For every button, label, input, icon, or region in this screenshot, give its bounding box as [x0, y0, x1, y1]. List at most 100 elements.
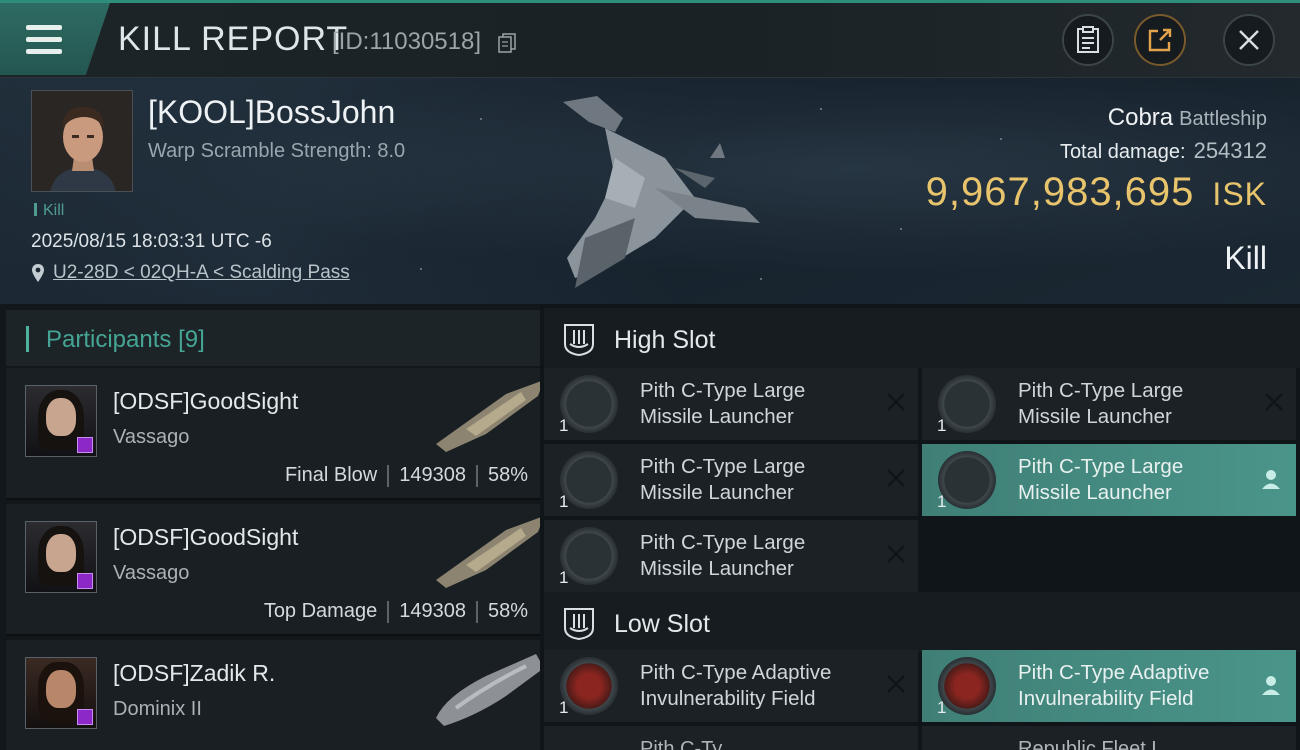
participant-avatar[interactable] — [25, 657, 97, 729]
participant-card[interactable]: [ODSF]GoodSight Vassago Top Damage 149308… — [6, 504, 544, 636]
portrait-face — [46, 398, 76, 436]
module-name: Pith C-Type Adaptive Invulnerability Fiel… — [1018, 660, 1248, 712]
module-name-line1: Pith C-Type Large — [1018, 455, 1184, 478]
participant-badge-icon — [77, 573, 93, 589]
warp-scramble-strength: Warp Scramble Strength: 8.0 — [148, 140, 406, 162]
participant-ship-image — [436, 654, 544, 726]
x-mark-icon — [1265, 393, 1283, 411]
kill-tag: Kill — [34, 202, 64, 220]
kill-result: Kill — [1224, 240, 1267, 276]
kill-timestamp: 2025/08/15 18:03:31 UTC -6 — [31, 231, 272, 252]
module-slot[interactable]: 1 Pith C-Type Large Missile Launcher — [544, 520, 918, 592]
module-quantity: 1 — [559, 416, 569, 435]
hamburger-icon — [26, 25, 62, 61]
module-name-line2: Invulnerability Field — [640, 687, 816, 710]
module-quantity: 1 — [937, 492, 947, 511]
module-quantity: 1 — [937, 416, 947, 435]
share-button[interactable] — [1134, 14, 1186, 66]
isk-unit: ISK — [1212, 176, 1267, 212]
module-name-line2: Missile Launcher — [640, 481, 794, 504]
x-mark-icon — [887, 545, 905, 563]
participant-damage: 149308 — [399, 464, 466, 486]
clipboard-icon — [1077, 26, 1099, 53]
module-slot[interactable]: 1 Pith C-Type Large Missile Launcher — [922, 368, 1296, 440]
module-name-line2: Missile Launcher — [1018, 405, 1172, 428]
copy-icon[interactable] — [498, 33, 516, 53]
module-name-line1: Pith C-Type Large — [640, 379, 806, 402]
module-slot[interactable]: 1 Pith C-Type Large Missile Launcher — [544, 444, 918, 516]
victim-portrait-image — [32, 91, 132, 191]
victim-name: [KOOL]BossJohn — [148, 94, 396, 130]
victim-ship-type: Cobra Battleship — [1108, 104, 1267, 132]
menu-button[interactable] — [0, 3, 110, 75]
module-slot[interactable]: 1 Pith C-Type Adaptive Invulnerability Fi… — [544, 650, 918, 722]
participant-avatar[interactable] — [25, 385, 97, 457]
module-name: Pith C-Type Large Missile Launcher — [1018, 378, 1248, 430]
kill-location[interactable]: U2-28D < 02QH-A < Scalding Pass — [31, 262, 350, 284]
high-slot-header: High Slot — [544, 308, 1300, 368]
module-quantity: 1 — [559, 698, 569, 717]
module-name: Pith C-Type Adaptive Invulnerability Fiel… — [640, 660, 870, 712]
participant-ship-image — [436, 516, 544, 588]
module-name-line2: Missile Launcher — [640, 557, 794, 580]
high-slot-icon — [564, 324, 594, 356]
portrait-face — [46, 534, 76, 572]
module-slot[interactable]: 1 Pith C-Type Large Missile Launcher — [544, 368, 918, 440]
stat-separator — [387, 600, 390, 623]
close-button[interactable] — [1223, 14, 1275, 66]
participants-accent-bar — [26, 326, 29, 352]
victim-avatar[interactable] — [31, 90, 133, 192]
participant-avatar[interactable] — [25, 521, 97, 593]
participant-badge-icon — [77, 437, 93, 453]
invulnerability-field-icon — [938, 657, 996, 715]
total-damage: Total damage: 254312 — [1060, 138, 1267, 164]
module-name: Pith C-Type Large Missile Launcher — [640, 378, 870, 430]
module-name: Pith C-Type Large Missile Launcher — [640, 454, 870, 506]
pilot-icon — [1262, 676, 1280, 695]
invulnerability-field-icon — [560, 657, 618, 715]
module-slot-partial[interactable]: Pith C-Ty — [544, 726, 918, 750]
module-slot-dropped[interactable]: 1 Pith C-Type Adaptive Invulnerability Fi… — [922, 650, 1296, 722]
location-pin-icon — [32, 264, 44, 282]
high-slot-label: High Slot — [614, 326, 716, 354]
module-name-line2: Missile Launcher — [1018, 481, 1172, 504]
participant-card[interactable]: [ODSF]GoodSight Vassago Final Blow 149308… — [6, 368, 544, 500]
participant-ship: Vassago — [113, 562, 190, 584]
share-icon — [1148, 28, 1172, 52]
stat-separator — [475, 464, 478, 487]
low-slot-header: Low Slot — [544, 592, 1300, 652]
module-quantity: 1 — [559, 492, 569, 511]
participants-title: Participants [9] — [46, 326, 205, 354]
total-damage-label: Total damage: — [1059, 141, 1186, 163]
x-mark-icon — [887, 393, 905, 411]
missile-launcher-icon — [938, 375, 996, 433]
ship-name: Cobra — [1107, 104, 1174, 131]
module-slot-partial[interactable]: Republic Fleet L — [922, 726, 1296, 750]
participant-stats: Top Damage 149308 58% — [264, 600, 528, 623]
module-slot-dropped[interactable]: 1 Pith C-Type Large Missile Launcher — [922, 444, 1296, 516]
participant-name: [ODSF]GoodSight — [113, 388, 299, 414]
module-name-line1: Pith C-Type Large — [1018, 379, 1184, 402]
participant-ship: Dominix II — [113, 698, 202, 720]
stat-separator — [387, 464, 390, 487]
missile-launcher-icon — [938, 451, 996, 509]
module-name-line1: Pith C-Type Large — [640, 531, 806, 554]
page-title: KILL REPORT — [118, 20, 349, 58]
top-accent-line — [0, 0, 1300, 3]
module-name-line1: Pith C-Type Adaptive — [1018, 661, 1210, 684]
module-name: Pith C-Type Large Missile Launcher — [1018, 454, 1248, 506]
participant-badge-icon — [77, 709, 93, 725]
participant-card[interactable]: [ODSF]Zadik R. Dominix II — [6, 640, 544, 750]
participant-stats: Final Blow 149308 58% — [285, 464, 528, 487]
report-id: [ID:11030518] — [332, 28, 482, 55]
participant-percent: 58% — [487, 600, 528, 622]
participants-count: [9] — [178, 326, 205, 353]
location-link[interactable]: U2-28D < 02QH-A < Scalding Pass — [53, 262, 350, 284]
participant-damage: 149308 — [399, 600, 466, 622]
ship-class: Battleship — [1179, 108, 1267, 130]
module-quantity: 1 — [937, 698, 947, 717]
participants-label: Participants — [46, 326, 172, 353]
module-name: Pith C-Type Large Missile Launcher — [640, 530, 870, 582]
clipboard-button[interactable] — [1062, 14, 1114, 66]
participant-percent: 58% — [487, 464, 528, 486]
